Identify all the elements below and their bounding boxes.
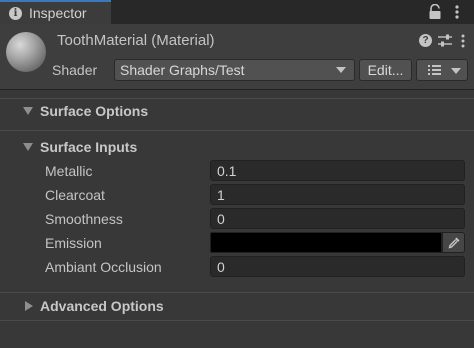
kebab-menu-icon[interactable] bbox=[452, 4, 462, 20]
section-label: Advanced Options bbox=[40, 298, 164, 314]
smoothness-label: Smoothness bbox=[45, 211, 123, 227]
ambiant-occlusion-label: Ambiant Occlusion bbox=[45, 259, 162, 275]
foldout-arrow-icon bbox=[23, 107, 33, 115]
tab-inspector[interactable]: i Inspector bbox=[0, 0, 111, 24]
foldout-arrow-icon bbox=[23, 143, 33, 151]
clearcoat-field[interactable]: 1 bbox=[210, 184, 465, 205]
section-divider bbox=[0, 292, 474, 293]
eyedropper-icon bbox=[448, 237, 460, 249]
foldout-arrow-icon bbox=[25, 301, 33, 311]
material-preview-sphere bbox=[6, 32, 46, 72]
foldout-surface-options[interactable]: Surface Options bbox=[0, 100, 474, 122]
section-divider bbox=[0, 320, 474, 321]
metallic-label: Metallic bbox=[45, 163, 93, 179]
chevron-down-icon bbox=[336, 67, 346, 73]
emission-label: Emission bbox=[45, 235, 102, 251]
info-icon: i bbox=[9, 6, 22, 20]
edit-shader-button[interactable]: Edit... bbox=[359, 59, 412, 81]
eyedropper-button[interactable] bbox=[442, 232, 465, 253]
smoothness-field[interactable]: 0 bbox=[210, 208, 465, 229]
section-label: Surface Inputs bbox=[40, 139, 138, 155]
section-divider bbox=[0, 98, 474, 99]
foldout-surface-inputs[interactable]: Surface Inputs bbox=[0, 136, 474, 158]
material-title: ToothMaterial (Material) bbox=[57, 32, 215, 49]
list-icon bbox=[428, 65, 441, 75]
shader-dropdown[interactable]: Shader Graphs/Test bbox=[114, 59, 355, 81]
tab-label: Inspector bbox=[29, 5, 87, 21]
help-icon[interactable]: ? bbox=[419, 34, 432, 47]
ambiant-occlusion-field[interactable]: 0 bbox=[210, 256, 465, 277]
shader-dropdown-value: Shader Graphs/Test bbox=[120, 62, 245, 78]
section-label: Surface Options bbox=[40, 103, 149, 119]
header-kebab-menu-icon[interactable] bbox=[460, 33, 466, 49]
section-divider bbox=[0, 130, 474, 131]
clearcoat-label: Clearcoat bbox=[45, 187, 105, 203]
header-divider bbox=[0, 89, 474, 90]
shader-label: Shader bbox=[52, 62, 98, 78]
lock-icon[interactable] bbox=[428, 4, 442, 20]
preset-icon[interactable] bbox=[437, 33, 453, 49]
shader-options-button[interactable] bbox=[416, 59, 468, 81]
foldout-advanced-options[interactable]: Advanced Options bbox=[0, 295, 474, 317]
emission-color-field[interactable] bbox=[210, 232, 442, 253]
metallic-field[interactable]: 0.1 bbox=[210, 160, 465, 181]
chevron-down-icon bbox=[451, 68, 461, 74]
